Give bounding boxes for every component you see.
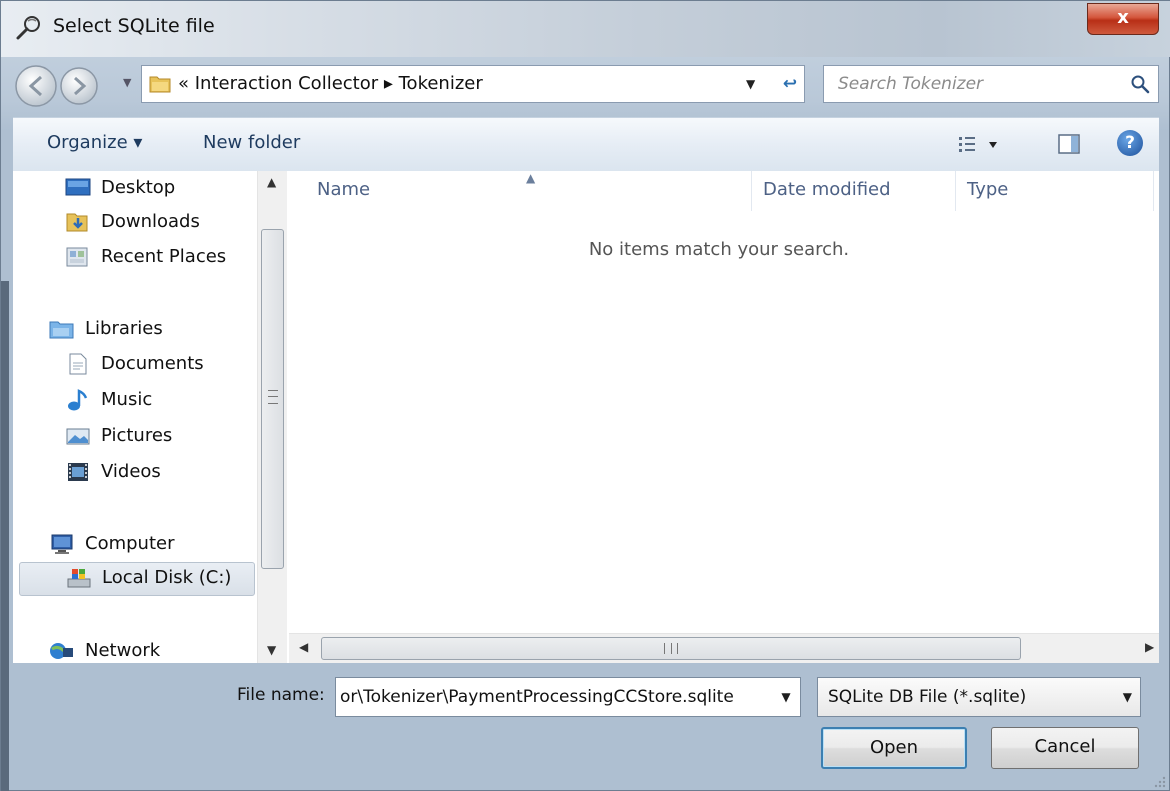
file-dialog-window: Select SQLite file x ▼ « Interaction Col… [0,0,1170,791]
nav-label: Network [85,640,161,661]
column-divider[interactable] [955,171,956,211]
file-list-hscrollbar[interactable]: ◀ ▶ [289,633,1159,663]
organize-button[interactable]: Organize ▾ [47,132,142,153]
nav-label: Computer [85,533,175,554]
file-type-value: SQLite DB File (*.sqlite) [828,687,1027,707]
search-wand-icon [16,16,40,40]
documents-icon [69,353,87,375]
computer-icon [51,534,73,554]
nav-label: Recent Places [101,246,227,267]
nav-label: Local Disk (C:) [102,567,232,588]
column-header-date-modified[interactable]: Date modified [763,171,953,211]
nav-item-local-disk[interactable]: Local Disk (C:) [19,562,255,596]
search-input[interactable]: Search Tokenizer [823,65,1159,103]
grip-icon [664,643,678,654]
resize-grip-icon[interactable] [1151,773,1167,789]
scrollbar-thumb[interactable] [321,637,1021,660]
window-title: Select SQLite file [53,15,215,37]
scroll-up-arrow-icon[interactable]: ▲ [267,175,276,189]
nav-label: Desktop [101,177,176,198]
navigation-pane: Desktop Downloads Recent Places Librarie… [13,171,289,663]
column-divider[interactable] [751,171,752,211]
search-icon[interactable] [1130,74,1150,94]
downloads-icon [66,213,88,232]
help-icon[interactable]: ? [1117,130,1143,156]
back-forward-buttons[interactable] [13,63,123,109]
file-name-label: File name: [237,685,325,705]
pictures-icon [66,428,90,445]
libraries-icon [49,321,74,339]
nav-label: Videos [101,461,161,482]
scrollbar-thumb[interactable] [261,229,284,569]
window-edge [1,281,9,791]
local-disk-icon [67,569,91,588]
nav-label: Music [101,389,153,410]
scroll-right-arrow-icon[interactable]: ▶ [1145,640,1154,654]
column-header-type[interactable]: Type [967,171,1147,211]
refresh-icon[interactable]: ↩ [776,70,804,98]
empty-message: No items match your search. [588,239,850,260]
column-divider[interactable] [1153,171,1154,211]
music-icon [68,389,88,411]
file-name-input[interactable]: or\Tokenizer\PaymentProcessingCCStore.sq… [335,677,801,717]
address-bar[interactable]: « Interaction Collector ▸ Tokenizer ▼ ↩ [141,65,805,103]
column-header-name[interactable]: Name [317,171,747,211]
address-dropdown[interactable]: ▼ [746,77,755,91]
cancel-button[interactable]: Cancel [991,727,1139,769]
scroll-down-arrow-icon[interactable]: ▼ [267,643,276,657]
videos-icon [68,463,88,481]
nav-label: Documents [101,353,204,374]
file-name-value[interactable]: or\Tokenizer\PaymentProcessingCCStore.sq… [340,687,734,707]
file-type-select[interactable]: SQLite DB File (*.sqlite) ▼ [817,677,1141,717]
network-icon [50,643,73,659]
grip-icon [268,390,278,404]
title-bar[interactable]: Select SQLite file x [1,1,1170,57]
preview-pane-icon[interactable] [1057,132,1081,156]
search-placeholder: Search Tokenizer [838,74,984,94]
recent-pages-dropdown[interactable]: ▼ [123,76,131,89]
nav-label: Downloads [101,211,200,232]
views-icon[interactable] [957,134,1003,156]
file-name-dropdown-icon[interactable]: ▼ [772,678,800,716]
open-button[interactable]: Open [821,727,967,769]
nav-pane-scrollbar[interactable]: ▲ ▼ [257,171,287,663]
file-list[interactable]: ▲ Name Date modified Type No items match… [289,171,1159,663]
folder-icon [149,76,171,93]
new-folder-button[interactable]: New folder [203,132,300,153]
nav-label: Libraries [85,318,163,339]
address-path[interactable]: « Interaction Collector ▸ Tokenizer [178,73,483,94]
recent-places-icon [66,247,88,267]
dialog-content: Desktop Downloads Recent Places Librarie… [13,171,1159,663]
nav-label: Pictures [101,425,173,446]
desktop-icon [65,178,91,196]
command-toolbar: Organize ▾ New folder ? [13,117,1159,171]
scroll-left-arrow-icon[interactable]: ◀ [299,640,308,654]
close-button[interactable]: x [1087,3,1159,35]
chevron-down-icon[interactable]: ▼ [1123,690,1132,704]
